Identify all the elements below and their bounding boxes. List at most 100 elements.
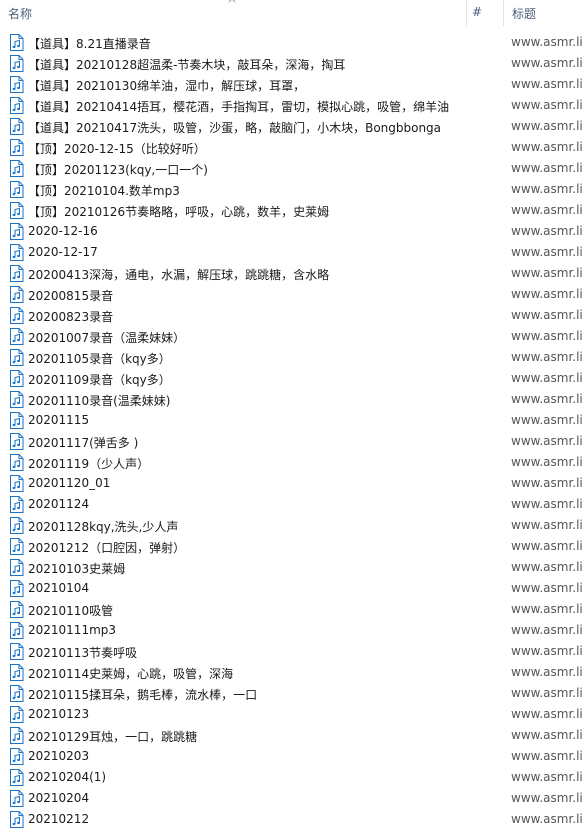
file-row[interactable]: 20201212（口腔因，弹射） www.asmr.li (0, 536, 588, 557)
file-row[interactable]: 20201124 www.asmr.li (0, 494, 588, 515)
audio-file-icon (9, 370, 24, 387)
file-row[interactable]: 【道具】20210414捂耳，樱花酒，手指掏耳，雷切，模拟心跳，吸管，绵羊油 ww… (0, 95, 588, 116)
file-row[interactable]: 20210204(1) www.asmr.li (0, 767, 588, 788)
file-name: 20210114史莱姆，心跳，吸管，深海 (28, 667, 234, 681)
file-title: www.asmr.li (511, 98, 583, 112)
file-name: 20201119（少人声） (28, 457, 150, 471)
file-title: www.asmr.li (511, 518, 583, 532)
audio-file-icon (9, 328, 24, 345)
audio-file-icon (9, 349, 24, 366)
file-row[interactable]: 【顶】2020-12-15（比较好听） www.asmr.li (0, 137, 588, 158)
file-row[interactable]: 20210123 www.asmr.li (0, 704, 588, 725)
file-row[interactable]: 20200823录音 www.asmr.li (0, 305, 588, 326)
file-row[interactable]: 20210203 www.asmr.li (0, 746, 588, 767)
audio-file-icon (9, 601, 24, 618)
audio-file-icon (9, 55, 24, 72)
file-title: www.asmr.li (511, 644, 583, 658)
file-title: www.asmr.li (511, 665, 583, 679)
column-divider[interactable] (503, 0, 504, 26)
file-row[interactable]: 【顶】20201123(kqy,一口一个) www.asmr.li (0, 158, 588, 179)
file-name: 20201124 (28, 497, 90, 511)
file-row[interactable]: 20210104 www.asmr.li (0, 578, 588, 599)
audio-file-icon (9, 664, 24, 681)
column-header-name[interactable]: 名称 (8, 5, 32, 22)
column-divider[interactable] (466, 0, 467, 26)
file-row[interactable]: 20201117(弹舌多 ) www.asmr.li (0, 431, 588, 452)
audio-file-icon (9, 769, 24, 786)
file-name: 【道具】20210130绵羊油，湿巾，解压球，耳罩， (28, 79, 306, 93)
file-title: www.asmr.li (511, 623, 583, 637)
file-name: 20200413深海，通电，水漏，解压球，跳跳糖，含水略 (28, 268, 330, 282)
file-title: www.asmr.li (511, 35, 583, 49)
file-row[interactable]: 20210114史莱姆，心跳，吸管，深海 www.asmr.li (0, 662, 588, 683)
file-title: www.asmr.li (511, 686, 583, 700)
file-name: 【道具】20210417洗头，吸管，沙蛋，略，敲脑门，小木块，Bongbbong… (28, 121, 442, 135)
file-name: 【顶】20210126节奏略略，呼吸，心跳，数羊，史莱姆 (28, 205, 330, 219)
audio-file-icon (9, 454, 24, 471)
column-header-title[interactable]: 标题 (512, 5, 536, 22)
file-row[interactable]: 【顶】20210104.数羊mp3 www.asmr.li (0, 179, 588, 200)
file-name: 【顶】20201123(kqy,一口一个) (28, 163, 208, 177)
file-row[interactable]: 20200413深海，通电，水漏，解压球，跳跳糖，含水略 www.asmr.li (0, 263, 588, 284)
file-row[interactable]: 【道具】20210417洗头，吸管，沙蛋，略，敲脑门，小木块，Bongbbong… (0, 116, 588, 137)
audio-file-icon (9, 538, 24, 555)
file-name: 20210204 (28, 791, 90, 805)
file-row[interactable]: 20201128kqy,洗头,少人声 www.asmr.li (0, 515, 588, 536)
file-title: www.asmr.li (511, 350, 583, 364)
file-name: 20201007录音（温柔妹妹） (28, 331, 186, 345)
file-title: www.asmr.li (511, 329, 583, 343)
file-title: www.asmr.li (511, 707, 583, 721)
file-row[interactable]: 2020-12-17 www.asmr.li (0, 242, 588, 263)
file-name: 20210212 (28, 812, 90, 826)
column-header-number[interactable]: # (472, 5, 482, 19)
audio-file-icon (9, 643, 24, 660)
file-row[interactable]: 20210103史莱姆 www.asmr.li (0, 557, 588, 578)
file-row[interactable]: 20201105录音（kqy多） www.asmr.li (0, 347, 588, 368)
file-row[interactable]: 【道具】8.21直播录音 www.asmr.li (0, 32, 588, 53)
file-row[interactable]: 【道具】20210128超温柔-节奏木块，敲耳朵，深海，掏耳 www.asmr.l… (0, 53, 588, 74)
file-title: www.asmr.li (511, 266, 583, 280)
file-row[interactable]: 20201110录音(温柔妹妹) www.asmr.li (0, 389, 588, 410)
audio-file-icon (9, 139, 24, 156)
file-name: 【道具】20210128超温柔-节奏木块，敲耳朵，深海，掏耳 (28, 58, 346, 72)
file-row[interactable]: 20210113节奏呼吸 www.asmr.li (0, 641, 588, 662)
file-name: 20201109录音（kqy多） (28, 373, 171, 387)
audio-file-icon (9, 265, 24, 282)
file-name: 20201117(弹舌多 ) (28, 436, 139, 450)
file-row[interactable]: 【道具】20210130绵羊油，湿巾，解压球，耳罩， www.asmr.li (0, 74, 588, 95)
audio-file-icon (9, 622, 24, 639)
audio-file-icon (9, 223, 24, 240)
file-name: 20210103史莱姆 (28, 562, 126, 576)
file-name: 20200823录音 (28, 310, 114, 324)
file-row[interactable]: 20210212 www.asmr.li (0, 809, 588, 830)
file-name: 2020-12-17 (28, 245, 98, 259)
file-row[interactable]: 20201109录音（kqy多） www.asmr.li (0, 368, 588, 389)
file-row[interactable]: 20200815录音 www.asmr.li (0, 284, 588, 305)
file-title: www.asmr.li (511, 581, 583, 595)
audio-file-icon (9, 76, 24, 93)
file-row[interactable]: 20210115揉耳朵，鹅毛棒，流水棒，一口 www.asmr.li (0, 683, 588, 704)
file-title: www.asmr.li (511, 812, 583, 826)
file-name: 【顶】2020-12-15（比较好听） (28, 142, 206, 156)
file-row[interactable]: 2020-12-16 www.asmr.li (0, 221, 588, 242)
file-title: www.asmr.li (511, 287, 583, 301)
file-row[interactable]: 20210204 www.asmr.li (0, 788, 588, 809)
file-name: 20201128kqy,洗头,少人声 (28, 520, 179, 534)
file-row[interactable]: 20201115 www.asmr.li (0, 410, 588, 431)
file-row[interactable]: 20201007录音（温柔妹妹） www.asmr.li (0, 326, 588, 347)
file-title: www.asmr.li (511, 224, 583, 238)
file-title: www.asmr.li (511, 539, 583, 553)
file-row[interactable]: 【顶】20210126节奏略略，呼吸，心跳，数羊，史莱姆 www.asmr.li (0, 200, 588, 221)
file-name: 20210104 (28, 581, 90, 595)
audio-file-icon (9, 811, 24, 828)
file-row[interactable]: 20201119（少人声） www.asmr.li (0, 452, 588, 473)
sort-ascending-icon[interactable] (228, 0, 236, 3)
file-row[interactable]: 20210129耳烛，一口，跳跳糖 www.asmr.li (0, 725, 588, 746)
file-row[interactable]: 20210111mp3 www.asmr.li (0, 620, 588, 641)
file-title: www.asmr.li (511, 602, 583, 616)
file-row[interactable]: 20201120_01 www.asmr.li (0, 473, 588, 494)
file-name: 20201115 (28, 413, 90, 427)
audio-file-icon (9, 496, 24, 513)
file-explorer: 名称 # 标题 【道具】8.21直播录音 www.asmr.li 【道具】20210… (0, 0, 588, 834)
file-row[interactable]: 20210110吸管 www.asmr.li (0, 599, 588, 620)
